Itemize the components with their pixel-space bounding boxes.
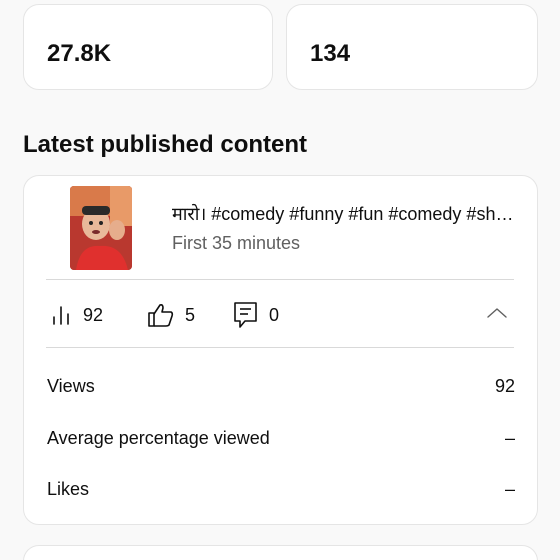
divider — [46, 347, 514, 348]
bar-chart-icon — [51, 304, 73, 326]
stat-value: 27.8K — [47, 40, 112, 67]
detail-row-average-percentage-viewed: Average percentage viewed – — [47, 425, 515, 451]
detail-row-likes: Likes – — [47, 476, 515, 502]
stat-card-1[interactable]: 27.8K — [23, 4, 273, 90]
latest-content-card: मारो। #comedy #funny #fun #comedy #short… — [23, 175, 538, 525]
video-time-range: First 35 minutes — [172, 233, 301, 253]
stat-card-2[interactable]: 134 — [286, 4, 538, 90]
views-count: 92 — [83, 304, 104, 325]
detail-row-views: Views 92 — [47, 373, 515, 399]
views-metric: 92 — [51, 300, 103, 330]
detail-value: 92 — [494, 376, 515, 396]
collapse-button[interactable] — [482, 302, 512, 328]
video-thumbnail[interactable] — [70, 186, 132, 270]
video-title[interactable]: मारो। #comedy #funny #fun #comedy #short… — [172, 203, 517, 225]
likes-metric: 5 — [147, 300, 195, 330]
stat-value: 134 — [310, 40, 351, 67]
next-card — [23, 545, 538, 560]
comment-icon — [233, 301, 259, 329]
thumbs-up-icon — [147, 302, 175, 328]
comments-metric: 0 — [233, 300, 279, 330]
detail-value: – — [504, 428, 515, 448]
analytics-page: 27.8K 134 Latest published content मारो।… — [0, 0, 560, 560]
divider — [46, 279, 514, 280]
comments-count: 0 — [269, 304, 280, 325]
section-title: Latest published content — [23, 131, 308, 158]
detail-label: Likes — [47, 479, 90, 499]
detail-label: Average percentage viewed — [47, 428, 270, 448]
detail-value: – — [504, 479, 515, 499]
detail-label: Views — [47, 376, 95, 396]
chevron-up-icon — [486, 306, 508, 325]
likes-count: 5 — [185, 304, 196, 325]
